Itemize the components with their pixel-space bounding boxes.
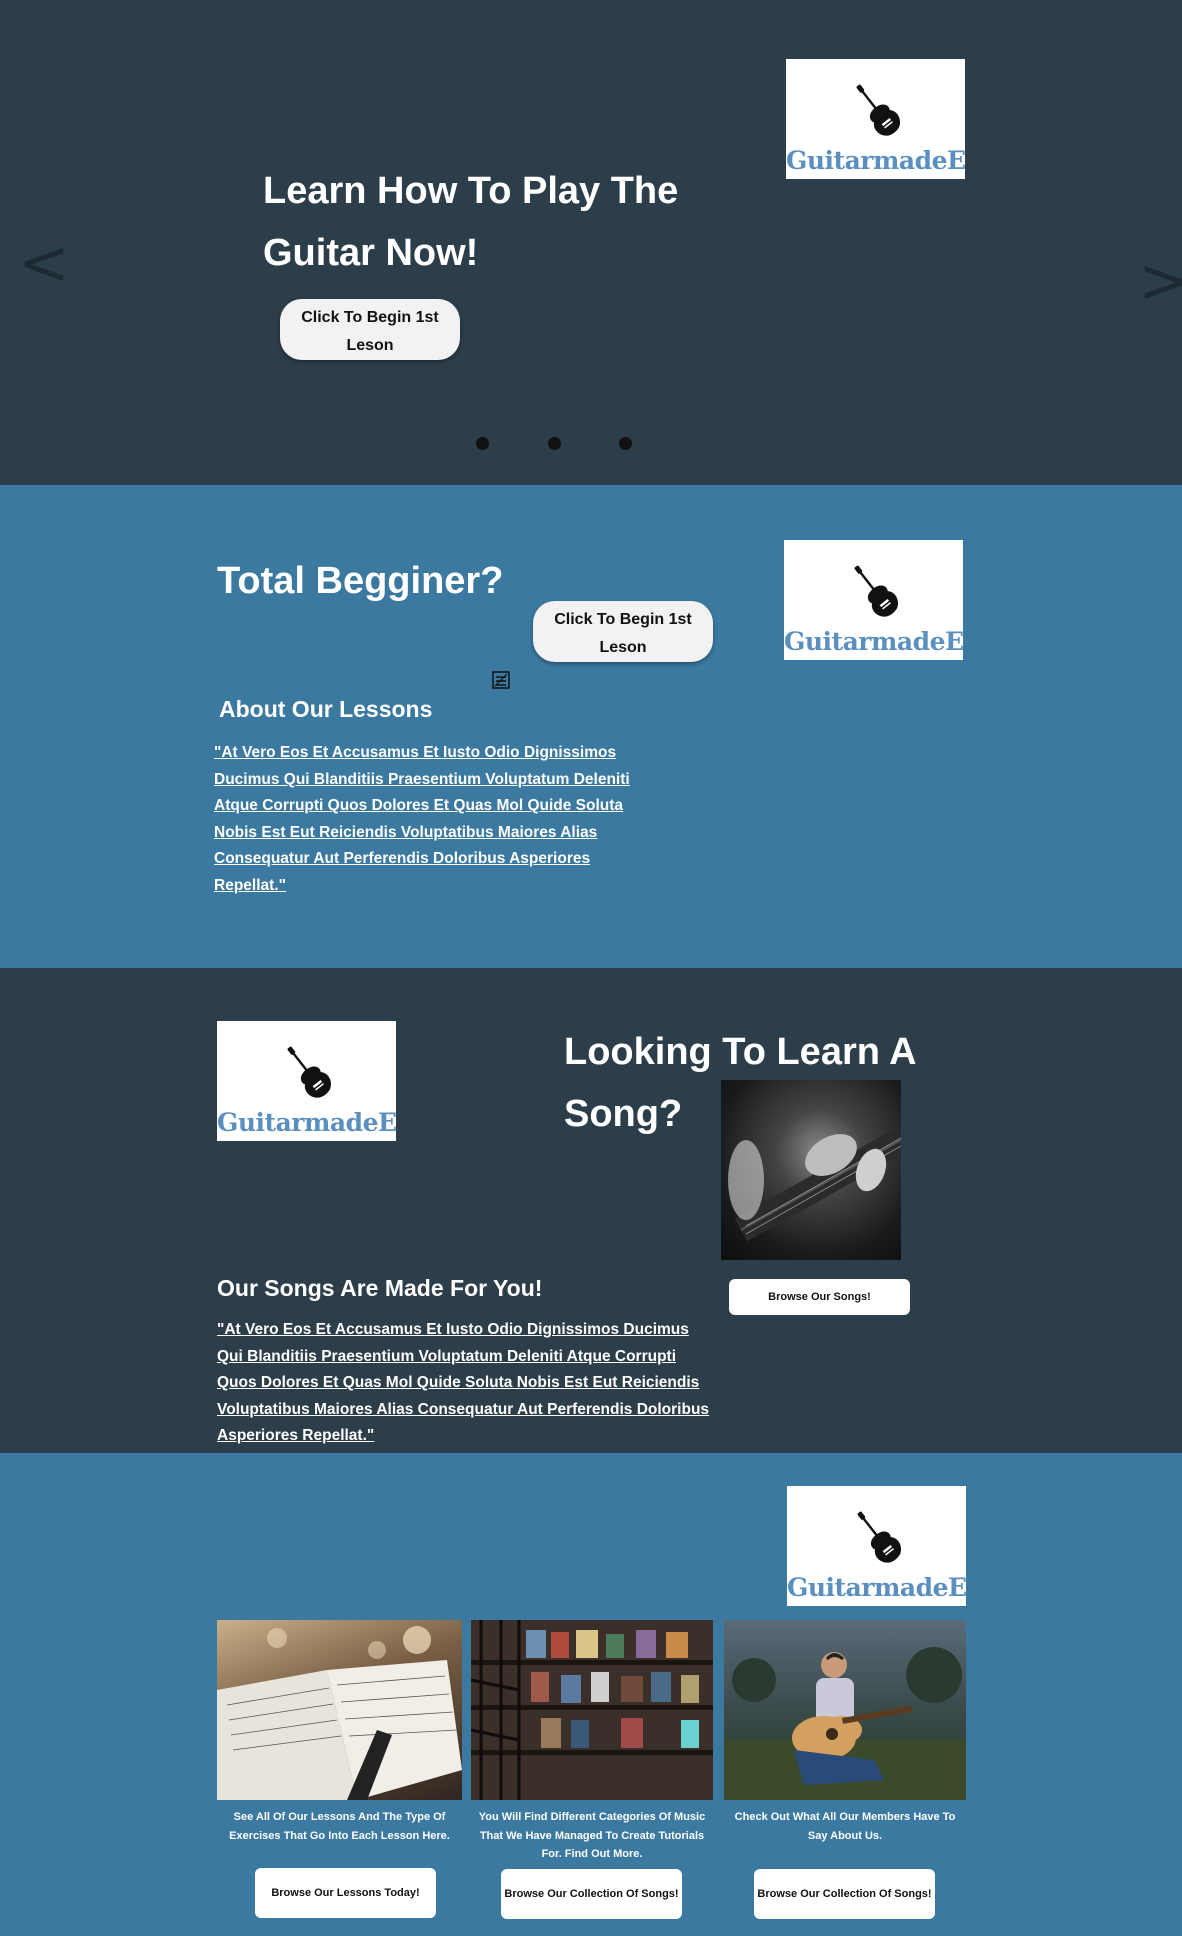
members-caption: Check Out What All Our Members Have To S… [734,1811,956,1842]
lessons-caption: See All Of Our Lessons And The Type Of E… [229,1811,450,1842]
music-store-photo [471,1620,713,1800]
carousel-dot-2[interactable] [548,437,561,450]
guitar-icon [845,1504,911,1570]
guitar-icon [844,77,910,143]
songs-text-link[interactable]: "At Vero Eos Et Accusamus Et Iusto Odio … [217,1317,712,1450]
about-heading: About Our Lessons [219,696,433,722]
sheet-music-photo [217,1620,462,1800]
carousel-prev-arrow[interactable]: < [18,232,70,294]
hero-title: Learn How To Play The Guitar Now! [263,170,679,274]
guitarist-photo [724,1620,966,1800]
beginner-section: GuitarmadeEZ Total Begginer? Click To Be… [0,485,1182,968]
logo-text: GuitarmadeEZ [217,1108,396,1137]
about-text-link[interactable]: "At Vero Eos Et Accusamus Et Iusto Odio … [214,740,654,899]
carousel-dot-3[interactable] [619,437,632,450]
guitar-icon [842,558,908,624]
carousel-next-arrow[interactable]: > [1138,250,1182,312]
brand-logo[interactable]: GuitarmadeEZ [786,59,965,179]
browse-section: GuitarmadeEZ See All Of Our Lessons And … [0,1453,1182,1936]
browse-collection-button-2[interactable]: Browse Our Collection Of Songs! [754,1869,935,1919]
songs-subheading: Our Songs Are Made For You! [217,1275,543,1301]
logo-text: GuitarmadeEZ [784,627,963,656]
brand-logo[interactable]: GuitarmadeEZ [217,1021,396,1141]
categories-caption: You Will Find Different Categories Of Mu… [478,1811,706,1860]
browse-songs-button[interactable]: Browse Our Songs! [729,1279,910,1315]
broken-image-icon [492,671,510,689]
brand-logo[interactable]: GuitarmadeEZ [784,540,963,660]
browse-collection-button-1[interactable]: Browse Our Collection Of Songs! [501,1869,682,1919]
guitar-playing-photo [721,1080,901,1260]
logo-text: GuitarmadeEZ [787,1573,966,1602]
beginner-title: Total Begginer? [217,560,504,602]
browse-lessons-button[interactable]: Browse Our Lessons Today! [255,1868,436,1918]
songs-section: GuitarmadeEZ Looking To Learn A Song? Ou… [0,968,1182,1453]
begin-lesson-button[interactable]: Click To Begin 1st Leson [280,299,460,360]
logo-text: GuitarmadeEZ [786,146,965,175]
hero-section: GuitarmadeEZ < > Learn How To Play The G… [0,0,1182,485]
carousel-dot-1[interactable] [476,437,489,450]
begin-lesson-button[interactable]: Click To Begin 1st Leson [533,601,713,662]
guitar-icon [275,1039,341,1105]
brand-logo[interactable]: GuitarmadeEZ [787,1486,966,1606]
